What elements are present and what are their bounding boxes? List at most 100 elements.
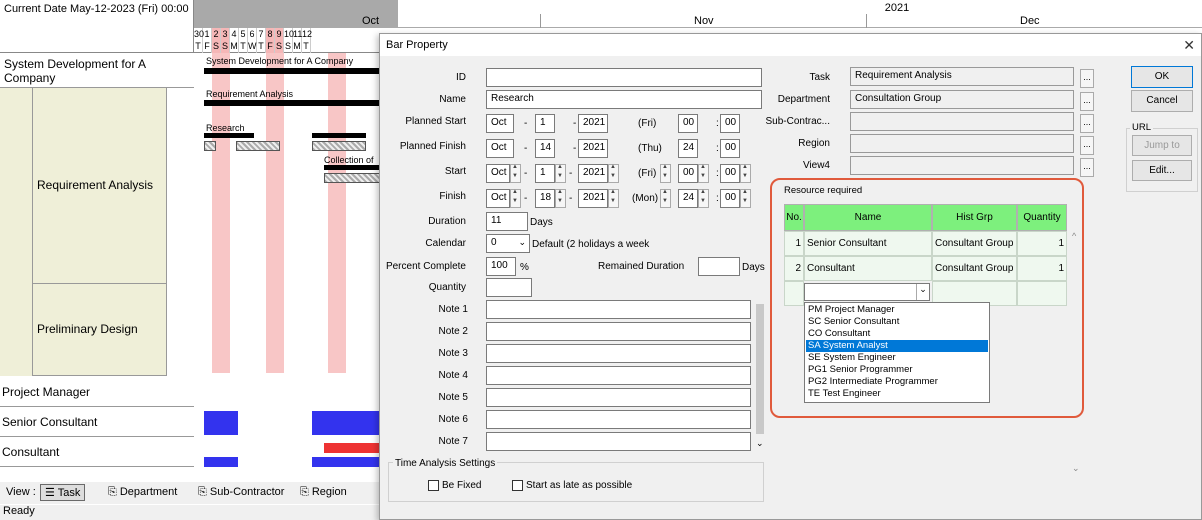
note-5-field[interactable] (486, 388, 751, 407)
view-task-button[interactable]: ☰ Task (40, 484, 86, 501)
option-pg1[interactable]: PG1 Senior Programmer (806, 364, 988, 376)
pf-hour-field[interactable]: 24 (678, 139, 698, 158)
subcontractor-browse-button[interactable]: ... (1080, 114, 1094, 133)
option-co[interactable]: CO Consultant (806, 328, 988, 340)
calendar-dropdown[interactable]: 0 ⌄ (486, 234, 530, 253)
option-te[interactable]: TE Test Engineer (806, 388, 988, 400)
gantt-bar-research-actual[interactable] (204, 141, 216, 151)
cancel-button[interactable]: Cancel (1131, 90, 1193, 112)
notes-scrollbar[interactable]: ⌄ (754, 300, 766, 452)
pf-year-field[interactable]: 2021 (578, 139, 608, 158)
finish-hour-field[interactable]: 24 (678, 189, 698, 208)
gantt-bar-requirement[interactable] (204, 100, 380, 106)
quantity-field[interactable] (486, 278, 532, 297)
tree-row-project[interactable]: System Development for A Company (0, 53, 194, 88)
finish-day-field[interactable]: 18 (535, 189, 555, 208)
ps-day-field[interactable]: 1 (535, 114, 555, 133)
name-field[interactable]: Research (486, 90, 762, 109)
remained-duration-field[interactable] (698, 257, 740, 276)
table-row-3-qty[interactable] (1017, 281, 1067, 306)
gantt-bar-project[interactable] (204, 68, 380, 74)
finish-month-spinner[interactable] (510, 189, 521, 208)
ok-button[interactable]: OK (1131, 66, 1193, 88)
pf-month-field[interactable]: Oct (486, 139, 514, 158)
id-field[interactable] (486, 68, 762, 87)
close-icon[interactable]: ✕ (1183, 37, 1195, 54)
view-subcontractor-button[interactable]: ⎘ Sub-Contractor (198, 486, 284, 499)
option-sc[interactable]: SC Senior Consultant (806, 316, 988, 328)
gantt-bar-research-plan[interactable] (204, 133, 254, 138)
finish-hour-spinner[interactable] (698, 189, 709, 208)
tree-row-requirement-analysis[interactable]: Requirement Analysis (32, 88, 166, 284)
finish-year-field[interactable]: 2021 (578, 189, 608, 208)
resource-dropdown-list[interactable]: PM Project Manager SC Senior Consultant … (804, 302, 990, 403)
start-hour-field[interactable]: 00 (678, 164, 698, 183)
scroll-down-icon[interactable]: ⌄ (756, 438, 764, 449)
scroll-up-icon[interactable]: ^ (1072, 231, 1076, 241)
view4-browse-button[interactable]: ... (1080, 158, 1094, 177)
gantt-bar-collection[interactable] (324, 165, 380, 170)
resource-row-co[interactable]: Consultant (0, 437, 194, 467)
gantt-bar-research-plan[interactable] (312, 133, 366, 138)
gantt-bar-research-actual[interactable] (236, 141, 280, 151)
start-minute-field[interactable]: 00 (720, 164, 740, 183)
table-row-2-qty[interactable]: 1 (1017, 256, 1067, 281)
option-sa[interactable]: SA System Analyst (806, 340, 988, 352)
percent-complete-field[interactable]: 100 (486, 257, 516, 276)
option-pg2[interactable]: PG2 Intermediate Programmer (806, 376, 988, 388)
option-pm[interactable]: PM Project Manager (806, 304, 988, 316)
table-row-2-grp[interactable]: Consultant Group (932, 256, 1017, 281)
table-row-1-grp[interactable]: Consultant Group (932, 231, 1017, 256)
option-se[interactable]: SE System Engineer (806, 352, 988, 364)
department-browse-button[interactable]: ... (1080, 92, 1094, 111)
note-2-field[interactable] (486, 322, 751, 341)
ps-year-field[interactable]: 2021 (578, 114, 608, 133)
pf-minute-field[interactable]: 00 (720, 139, 740, 158)
start-hour-spinner[interactable] (698, 164, 709, 183)
start-month-spinner[interactable] (510, 164, 521, 183)
note-3-field[interactable] (486, 344, 751, 363)
ps-minute-field[interactable]: 00 (720, 114, 740, 133)
note-4-field[interactable] (486, 366, 751, 385)
gantt-bar-collection-actual[interactable] (324, 173, 380, 183)
duration-field[interactable]: 11 (486, 212, 528, 231)
table-row-1-name[interactable]: Senior Consultant (804, 231, 932, 256)
view-department-button[interactable]: ⎘ Department (108, 486, 177, 499)
region-browse-button[interactable]: ... (1080, 136, 1094, 155)
resource-row-sc[interactable]: Senior Consultant (0, 407, 194, 437)
tree-row-preliminary-design[interactable]: Preliminary Design (32, 284, 166, 376)
start-weekday-dropdown[interactable] (660, 164, 671, 183)
start-day-spinner[interactable] (555, 164, 566, 183)
start-minute-spinner[interactable] (740, 164, 751, 183)
edit-button[interactable]: Edit... (1132, 160, 1192, 181)
ps-hour-field[interactable]: 00 (678, 114, 698, 133)
jump-to-button[interactable]: Jump to (1132, 135, 1192, 156)
resource-row-pm[interactable]: Project Manager (0, 377, 194, 407)
resource-scrollbar[interactable]: ^ ⌄ (1070, 231, 1082, 475)
scroll-down-icon[interactable]: ⌄ (1072, 463, 1080, 474)
be-fixed-checkbox[interactable] (428, 480, 439, 491)
notes-scroll-thumb[interactable] (756, 304, 764, 434)
pf-day-field[interactable]: 14 (535, 139, 555, 158)
note-6-field[interactable] (486, 410, 751, 429)
start-late-checkbox[interactable] (512, 480, 523, 491)
finish-minute-spinner[interactable] (740, 189, 751, 208)
note-7-field[interactable] (486, 432, 751, 451)
start-year-field[interactable]: 2021 (578, 164, 608, 183)
start-month-field[interactable]: Oct (486, 164, 510, 183)
finish-day-spinner[interactable] (555, 189, 566, 208)
start-year-spinner[interactable] (608, 164, 619, 183)
start-day-field[interactable]: 1 (535, 164, 555, 183)
note-1-field[interactable] (486, 300, 751, 319)
ps-month-field[interactable]: Oct (486, 114, 514, 133)
finish-year-spinner[interactable] (608, 189, 619, 208)
view-region-button[interactable]: ⎘ Region (300, 486, 347, 499)
finish-weekday-dropdown[interactable] (660, 189, 671, 208)
gantt-bar-research-actual[interactable] (312, 141, 366, 151)
resource-name-dropdown[interactable]: ⌄ (804, 283, 930, 301)
task-browse-button[interactable]: ... (1080, 69, 1094, 88)
gantt-chart-area[interactable]: System Development for A Company Require… (194, 53, 380, 467)
table-row-2-name[interactable]: Consultant (804, 256, 932, 281)
table-row-1-qty[interactable]: 1 (1017, 231, 1067, 256)
finish-month-field[interactable]: Oct (486, 189, 510, 208)
